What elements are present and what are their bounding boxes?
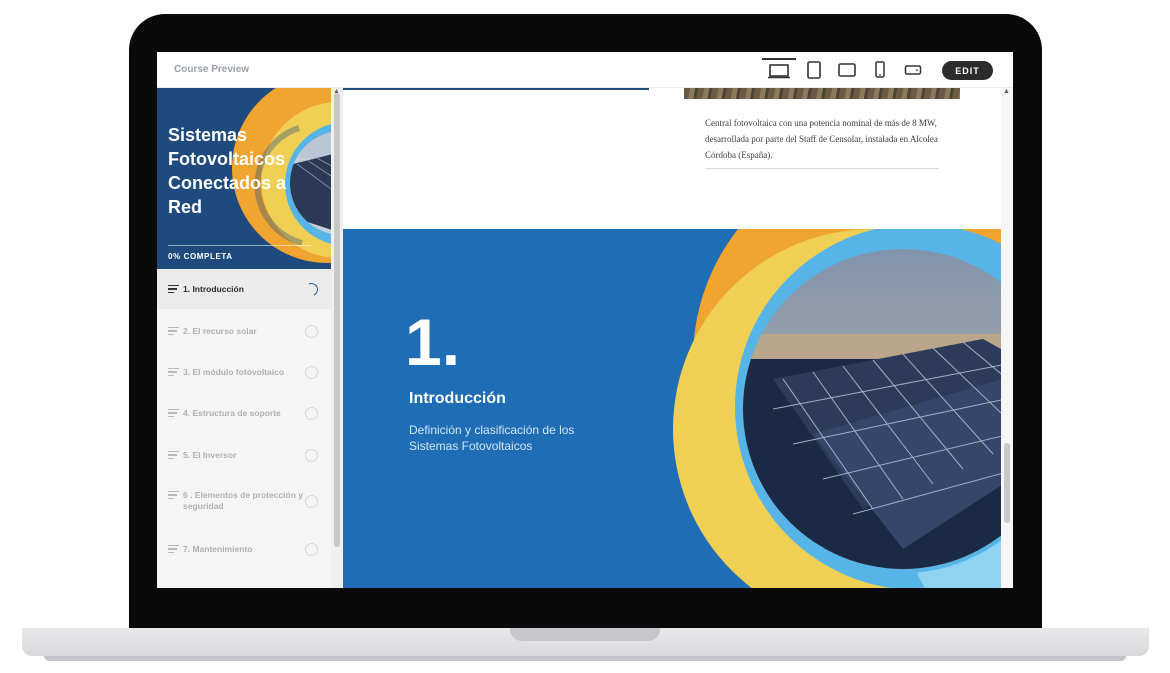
lesson-label: 6 . Elementos de protección y seguridad xyxy=(183,490,303,511)
incomplete-circle-icon xyxy=(305,542,318,556)
section-number: 1. xyxy=(405,305,461,379)
lesson-list-icon xyxy=(168,285,179,293)
lesson-label: 1. Introducción xyxy=(183,283,244,294)
tablet-landscape-icon[interactable] xyxy=(830,58,864,82)
lesson-list-icon xyxy=(168,491,179,499)
lesson-item-1[interactable]: 1. Introducción xyxy=(157,269,331,309)
laptop-mockup: Course Preview EDIT Sistemas Fotovoltaic… xyxy=(0,0,1170,673)
lesson-label: 3. El módulo fotovoltaico xyxy=(183,366,285,377)
lesson-item-2[interactable]: 2. El recurso solar xyxy=(157,311,331,351)
laptop-base-edge xyxy=(44,656,1126,661)
lesson-item-3[interactable]: 3. El módulo fotovoltaico xyxy=(157,352,331,392)
lesson-list-icon xyxy=(168,409,179,417)
banner-graphic xyxy=(673,229,1001,588)
incomplete-circle-icon xyxy=(305,324,318,338)
scroll-up-icon[interactable]: ▲ xyxy=(1003,88,1010,95)
page-title: Course Preview xyxy=(174,64,250,75)
lesson-item-5[interactable]: 5. El Inversor xyxy=(157,435,331,475)
in-progress-icon xyxy=(303,280,320,298)
section-subtitle: Definición y clasificación de los Sistem… xyxy=(409,423,575,453)
lesson-item-6[interactable]: 6 . Elementos de protección y seguridad xyxy=(157,476,331,526)
preview-toolbar: Course Preview EDIT xyxy=(157,52,1013,88)
section-title: Introducción xyxy=(409,390,506,407)
course-header: Sistemas Fotovoltaicos Conectados a Red … xyxy=(157,88,331,269)
course-progress: 0% COMPLETA xyxy=(168,252,233,261)
lesson-item-7[interactable]: 7. Mantenimiento xyxy=(157,529,331,569)
screen: Course Preview EDIT Sistemas Fotovoltaic… xyxy=(157,52,1013,588)
sidebar-scroll-thumb[interactable] xyxy=(334,93,340,547)
lesson-list-icon xyxy=(168,545,179,553)
photo-caption: Central fotovoltaica con una potencia no… xyxy=(705,118,938,160)
lesson-list-icon xyxy=(168,451,179,459)
lesson-list-icon xyxy=(168,368,179,376)
desktop-icon[interactable] xyxy=(762,58,796,82)
phone-landscape-icon[interactable] xyxy=(896,58,930,82)
lesson-item-4[interactable]: 4. Estructura de soporte xyxy=(157,393,331,433)
lesson-content: Central fotovoltaica con una potencia no… xyxy=(343,88,1001,588)
lesson-label: 4. Estructura de soporte xyxy=(183,407,281,418)
tablet-portrait-icon[interactable] xyxy=(797,58,831,82)
course-sidebar: Sistemas Fotovoltaicos Conectados a Red … xyxy=(157,88,331,588)
sidebar-scrollbar[interactable]: ▲ xyxy=(331,88,343,588)
incomplete-circle-icon xyxy=(305,448,318,462)
lesson-label: 5. El Inversor xyxy=(183,449,237,460)
course-title: Sistemas Fotovoltaicos Conectados a Red xyxy=(168,125,287,217)
lesson-list-icon xyxy=(168,327,179,335)
lesson-label: 7. Mantenimiento xyxy=(183,543,253,554)
progress-divider xyxy=(168,245,311,246)
incomplete-circle-icon xyxy=(305,406,318,420)
caption-divider xyxy=(705,168,939,169)
edit-button[interactable]: EDIT xyxy=(942,61,993,80)
section-divider xyxy=(343,88,649,90)
content-scrollbar[interactable]: ▲ xyxy=(1001,88,1013,588)
section-banner: 1. Introducción Definición y clasificaci… xyxy=(343,229,1001,588)
laptop-notch xyxy=(510,628,660,641)
phone-portrait-icon[interactable] xyxy=(863,58,897,82)
lesson-label: 2. El recurso solar xyxy=(183,325,257,336)
solar-plant-photo xyxy=(684,88,960,99)
incomplete-circle-icon xyxy=(305,494,318,508)
incomplete-circle-icon xyxy=(305,365,318,379)
content-scroll-thumb[interactable] xyxy=(1004,443,1010,523)
